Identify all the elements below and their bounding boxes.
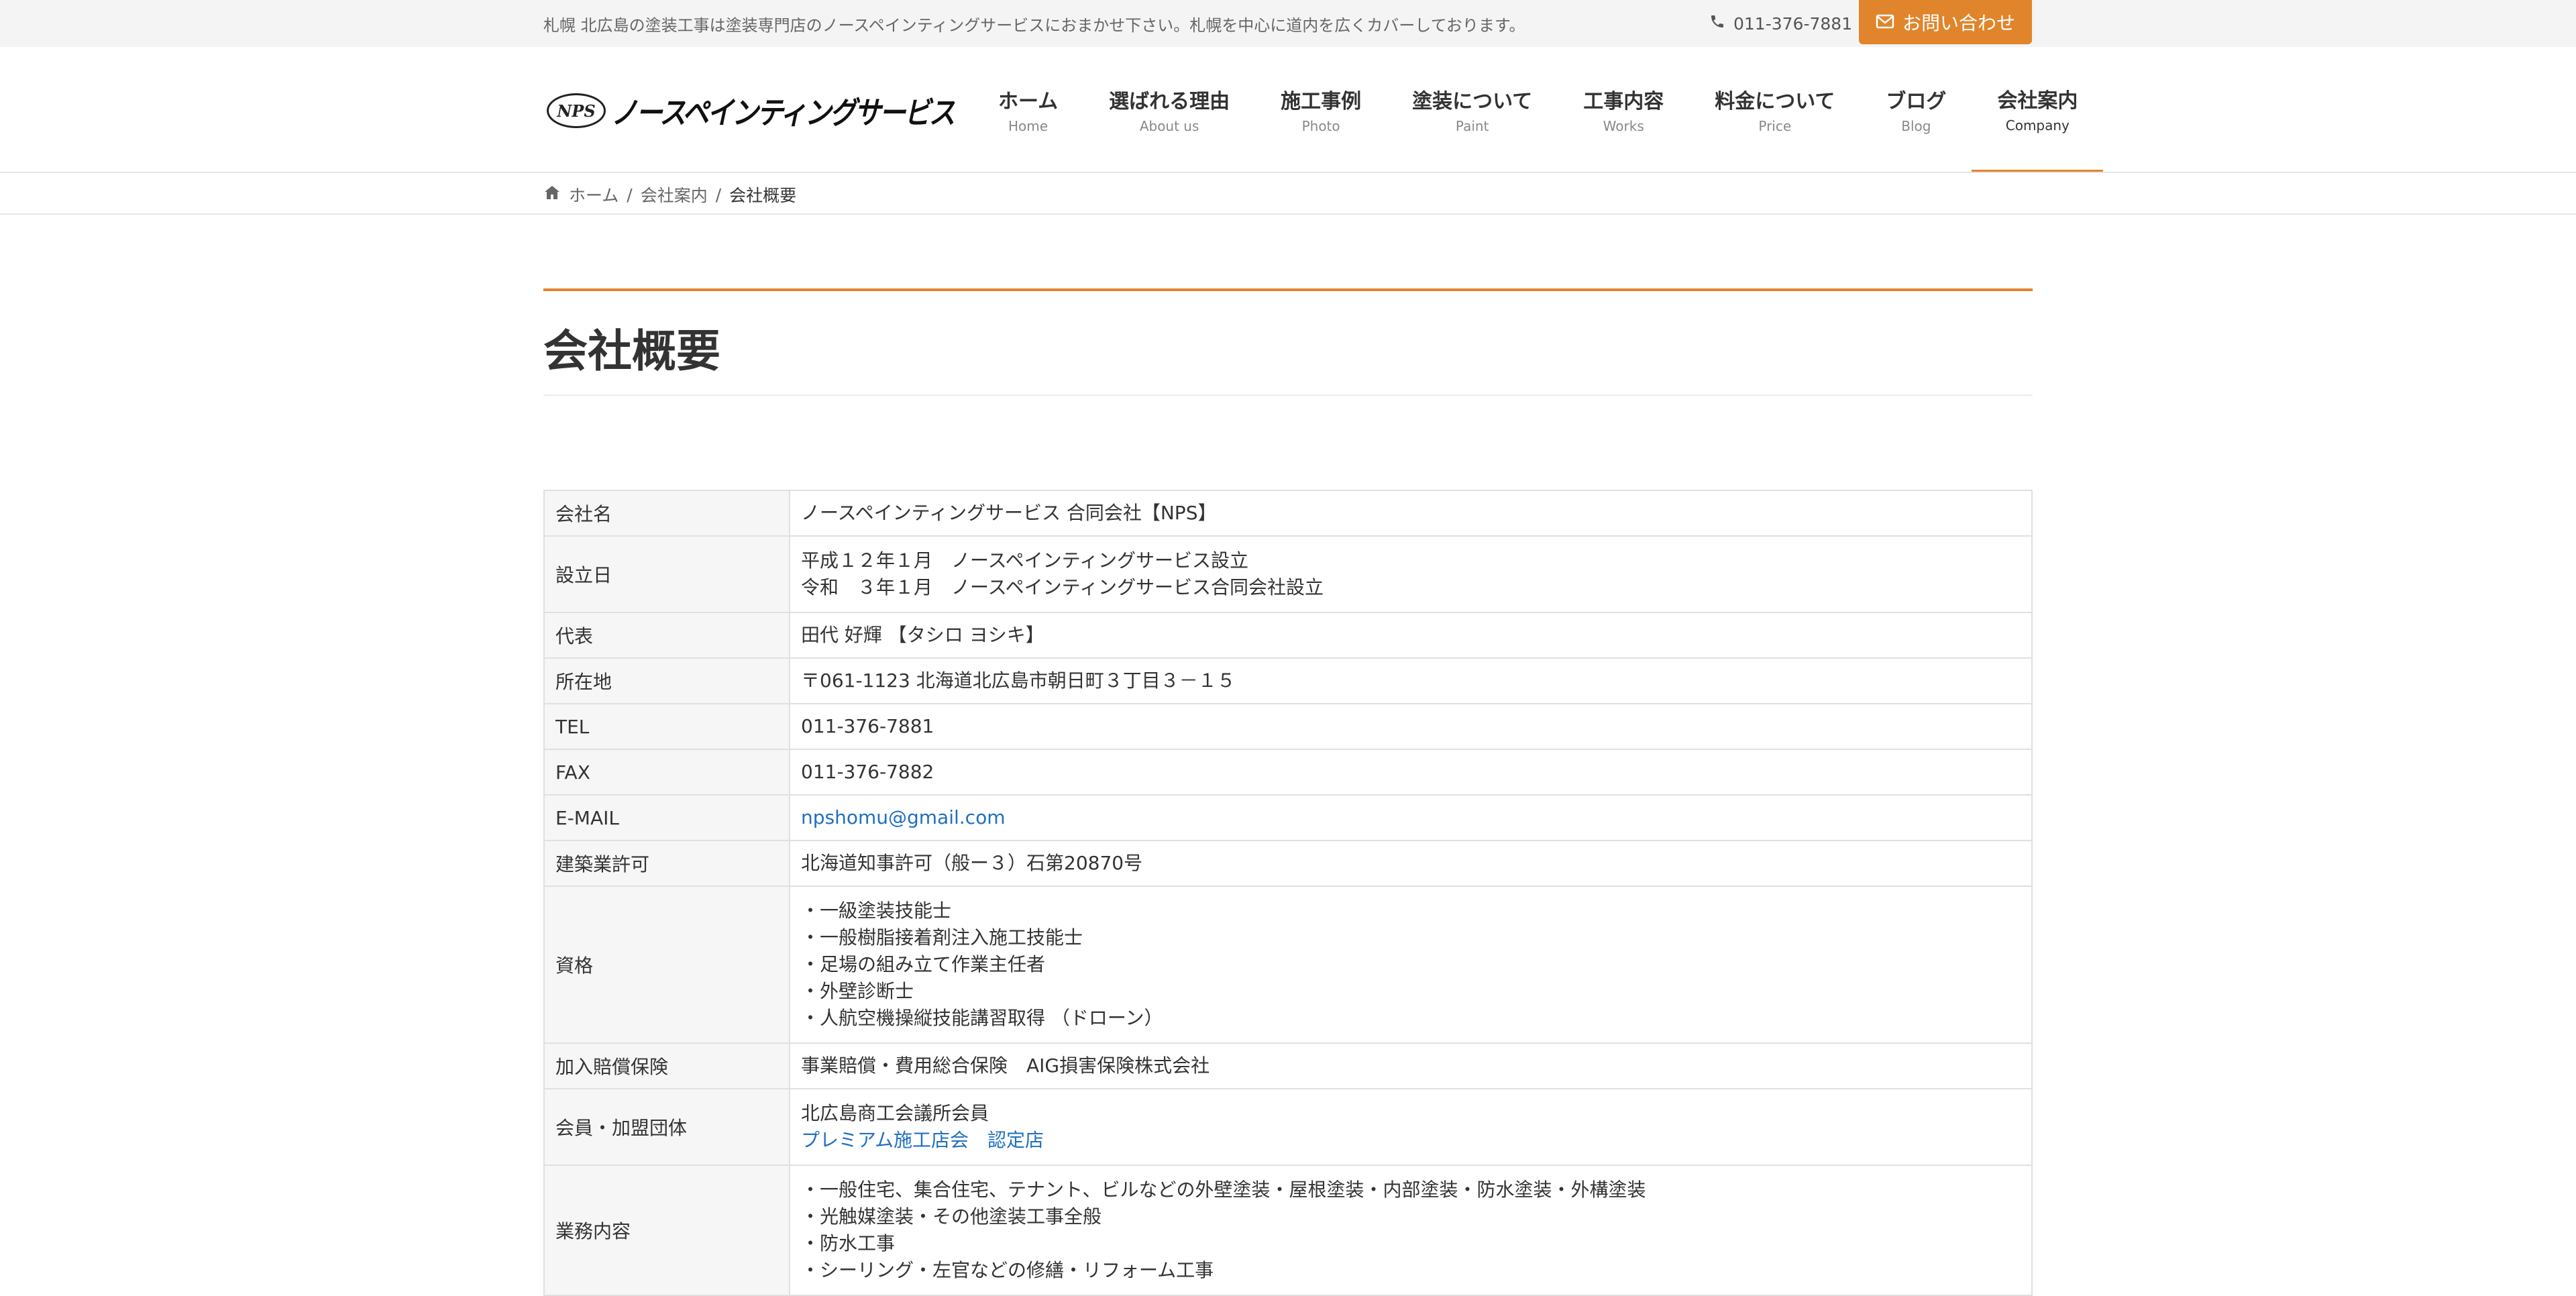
nav-label: 塗装について [1412,90,1533,113]
row-label: 業務内容 [543,1165,790,1296]
qualification-item: ・一般樹脂接着剤注入施工技能士 [801,926,1083,949]
page-title: 会社概要 [543,325,720,377]
phone-number: 011-376-7881 [1733,13,1853,34]
page-title-block: 会社概要 [543,288,2033,396]
site-header: NPS ノースペインティングサービス ホーム Home 選ばれる理由 About… [0,47,2576,173]
row-label: TEL [543,703,790,750]
premium-store-link[interactable]: プレミアム施工店会 認定店 [801,1127,2021,1154]
nav-item-about[interactable]: 選ばれる理由 About us [1083,47,1255,172]
nav-label: ブログ [1886,90,1947,113]
business-item: ・防水工事 [801,1232,896,1254]
founded-line: 平成１２年１月 ノースペインティングサービス設立 [801,549,1248,572]
row-label: 建築業許可 [543,840,790,887]
qualification-item: ・一級塗装技能士 [801,900,952,922]
nav-item-works[interactable]: 工事内容 Works [1558,47,1689,172]
nav-label: 工事内容 [1583,90,1664,113]
contact-button[interactable]: お問い合わせ [1859,0,2032,44]
nav-label: 会社案内 [1997,89,2078,113]
table-row: 代表 田代 好輝 【タシロ ヨシキ】 [543,612,2033,659]
phone-icon [1709,13,1725,34]
home-icon [543,184,561,205]
top-bar-tagline: 札幌 北広島の塗装工事は塗装専門店のノースペインティングサービスにおまかせ下さい… [543,16,1525,35]
mail-icon [1876,11,1894,34]
nav-item-photo[interactable]: 施工事例 Photo [1255,47,1387,172]
nav-item-home[interactable]: ホーム Home [973,47,1083,172]
table-row: TEL 011-376-7881 [543,703,2033,750]
row-label: 所在地 [543,657,790,704]
table-row: E-MAIL npshomu@gmail.com [543,794,2033,841]
nav-sublabel: Photo [1301,118,1340,134]
table-row: 建築業許可 北海道知事許可（般ー３）石第20870号 [543,840,2033,887]
table-row: 会社名 ノースペインティングサービス 合同会社【NPS】 [543,490,2033,537]
founded-line: 令和 ３年１月 ノースペインティングサービス合同会社設立 [801,576,1324,598]
top-bar-phone[interactable]: 011-376-7881 [1709,13,1852,34]
business-item: ・シーリング・左官などの修繕・リフォーム工事 [801,1259,1214,1281]
nav-item-paint[interactable]: 塗装について Paint [1387,47,1558,172]
company-name: ノースペインティングサービス 合同会社【NPS】 [789,490,2033,537]
site-logo[interactable]: NPS ノースペインティングサービス [547,89,1010,133]
row-label: FAX [543,749,790,796]
nav-sublabel: Works [1603,118,1644,134]
qualifications-cell: ・一級塗装技能士 ・一般樹脂接着剤注入施工技能士 ・足場の組み立て作業主任者 ・… [789,885,2033,1044]
table-row: 業務内容 ・一般住宅、集合住宅、テナント、ビルなどの外壁塗装・屋根塗装・内部塗装… [543,1165,2033,1296]
founded-cell: 平成１２年１月 ノースペインティングサービス設立 令和 ３年１月 ノースペインテ… [789,535,2033,613]
row-label: 会社名 [543,490,790,537]
nav-sublabel: Price [1758,118,1792,134]
business-item: ・光触媒塗装・その他塗装工事全般 [801,1205,1102,1228]
tel-number: 011-376-7881 [789,703,2033,750]
table-row: 資格 ・一級塗装技能士 ・一般樹脂接着剤注入施工技能士 ・足場の組み立て作業主任… [543,885,2033,1044]
nav-label: 施工事例 [1281,90,1362,113]
table-row: 設立日 平成１２年１月 ノースペインティングサービス設立 令和 ３年１月 ノース… [543,535,2033,613]
breadcrumb-current: 会社概要 [729,186,797,205]
email-link[interactable]: npshomu@gmail.com [801,806,1005,828]
company-info-table: 会社名 ノースペインティングサービス 合同会社【NPS】 設立日 平成１２年１月… [543,490,2033,1296]
row-label: E-MAIL [543,794,790,841]
breadcrumb-home[interactable]: ホーム [569,182,619,207]
insurance: 事業賠償・費用総合保険 AIG損害保険株式会社 [789,1042,2033,1089]
nav-sublabel: Paint [1455,118,1489,134]
row-label: 設立日 [543,535,790,613]
row-label: 会員・加盟団体 [543,1088,790,1166]
main-nav: ホーム Home 選ばれる理由 About us 施工事例 Photo 塗装につ… [973,47,2104,172]
nav-sublabel: Company [2005,117,2070,133]
logo-text: ノースペインティングサービス [611,95,955,131]
table-row: 所在地 〒061-1123 北海道北広島市朝日町３丁目３－１５ [543,657,2033,704]
table-row: FAX 011-376-7882 [543,749,2033,796]
nav-label: ホーム [998,90,1059,113]
breadcrumb-separator: / [715,184,722,205]
qualification-item: ・人航空機操縦技能講習取得 （ドローン） [801,1007,1163,1029]
membership-cell: 北広島商工会議所会員 プレミアム施工店会 認定店 [789,1088,2033,1166]
nav-item-price[interactable]: 料金について Price [1689,47,1860,172]
email-cell: npshomu@gmail.com [789,794,2033,841]
logo-mark: NPS [547,93,606,128]
business-item: ・一般住宅、集合住宅、テナント、ビルなどの外壁塗装・屋根塗装・内部塗装・防水塗装… [801,1179,1646,1201]
breadcrumb-parent[interactable]: 会社案内 [641,182,708,207]
nav-item-blog[interactable]: ブログ Blog [1860,47,1972,172]
nav-label: 選ばれる理由 [1109,90,1230,113]
breadcrumb: ホーム / 会社案内 / 会社概要 [543,182,796,207]
license: 北海道知事許可（般ー３）石第20870号 [789,840,2033,887]
row-label: 加入賠償保険 [543,1042,790,1089]
contact-button-label: お問い合わせ [1902,12,2015,34]
business-cell: ・一般住宅、集合住宅、テナント、ビルなどの外壁塗装・屋根塗装・内部塗装・防水塗装… [789,1165,2033,1296]
table-row: 加入賠償保険 事業賠償・費用総合保険 AIG損害保険株式会社 [543,1042,2033,1089]
nav-sublabel: Blog [1901,118,1931,134]
nav-sublabel: About us [1139,118,1199,134]
representative: 田代 好輝 【タシロ ヨシキ】 [789,612,2033,659]
row-label: 代表 [543,612,790,659]
qualification-item: ・外壁診断士 [801,980,914,1002]
membership-item: 北広島商工会議所会員 [801,1102,989,1124]
breadcrumb-bar: ホーム / 会社案内 / 会社概要 [0,173,2576,215]
top-bar: 札幌 北広島の塗装工事は塗装専門店のノースペインティングサービスにおまかせ下さい… [0,0,2576,47]
table-row: 会員・加盟団体 北広島商工会議所会員 プレミアム施工店会 認定店 [543,1088,2033,1166]
nav-label: 料金について [1715,90,1835,113]
row-label: 資格 [543,885,790,1044]
breadcrumb-separator: / [627,184,633,205]
nav-sublabel: Home [1008,118,1049,134]
nav-item-company[interactable]: 会社案内 Company [1972,47,2104,172]
address: 〒061-1123 北海道北広島市朝日町３丁目３－１５ [789,657,2033,704]
qualification-item: ・足場の組み立て作業主任者 [801,953,1046,975]
fax-number: 011-376-7882 [789,749,2033,796]
